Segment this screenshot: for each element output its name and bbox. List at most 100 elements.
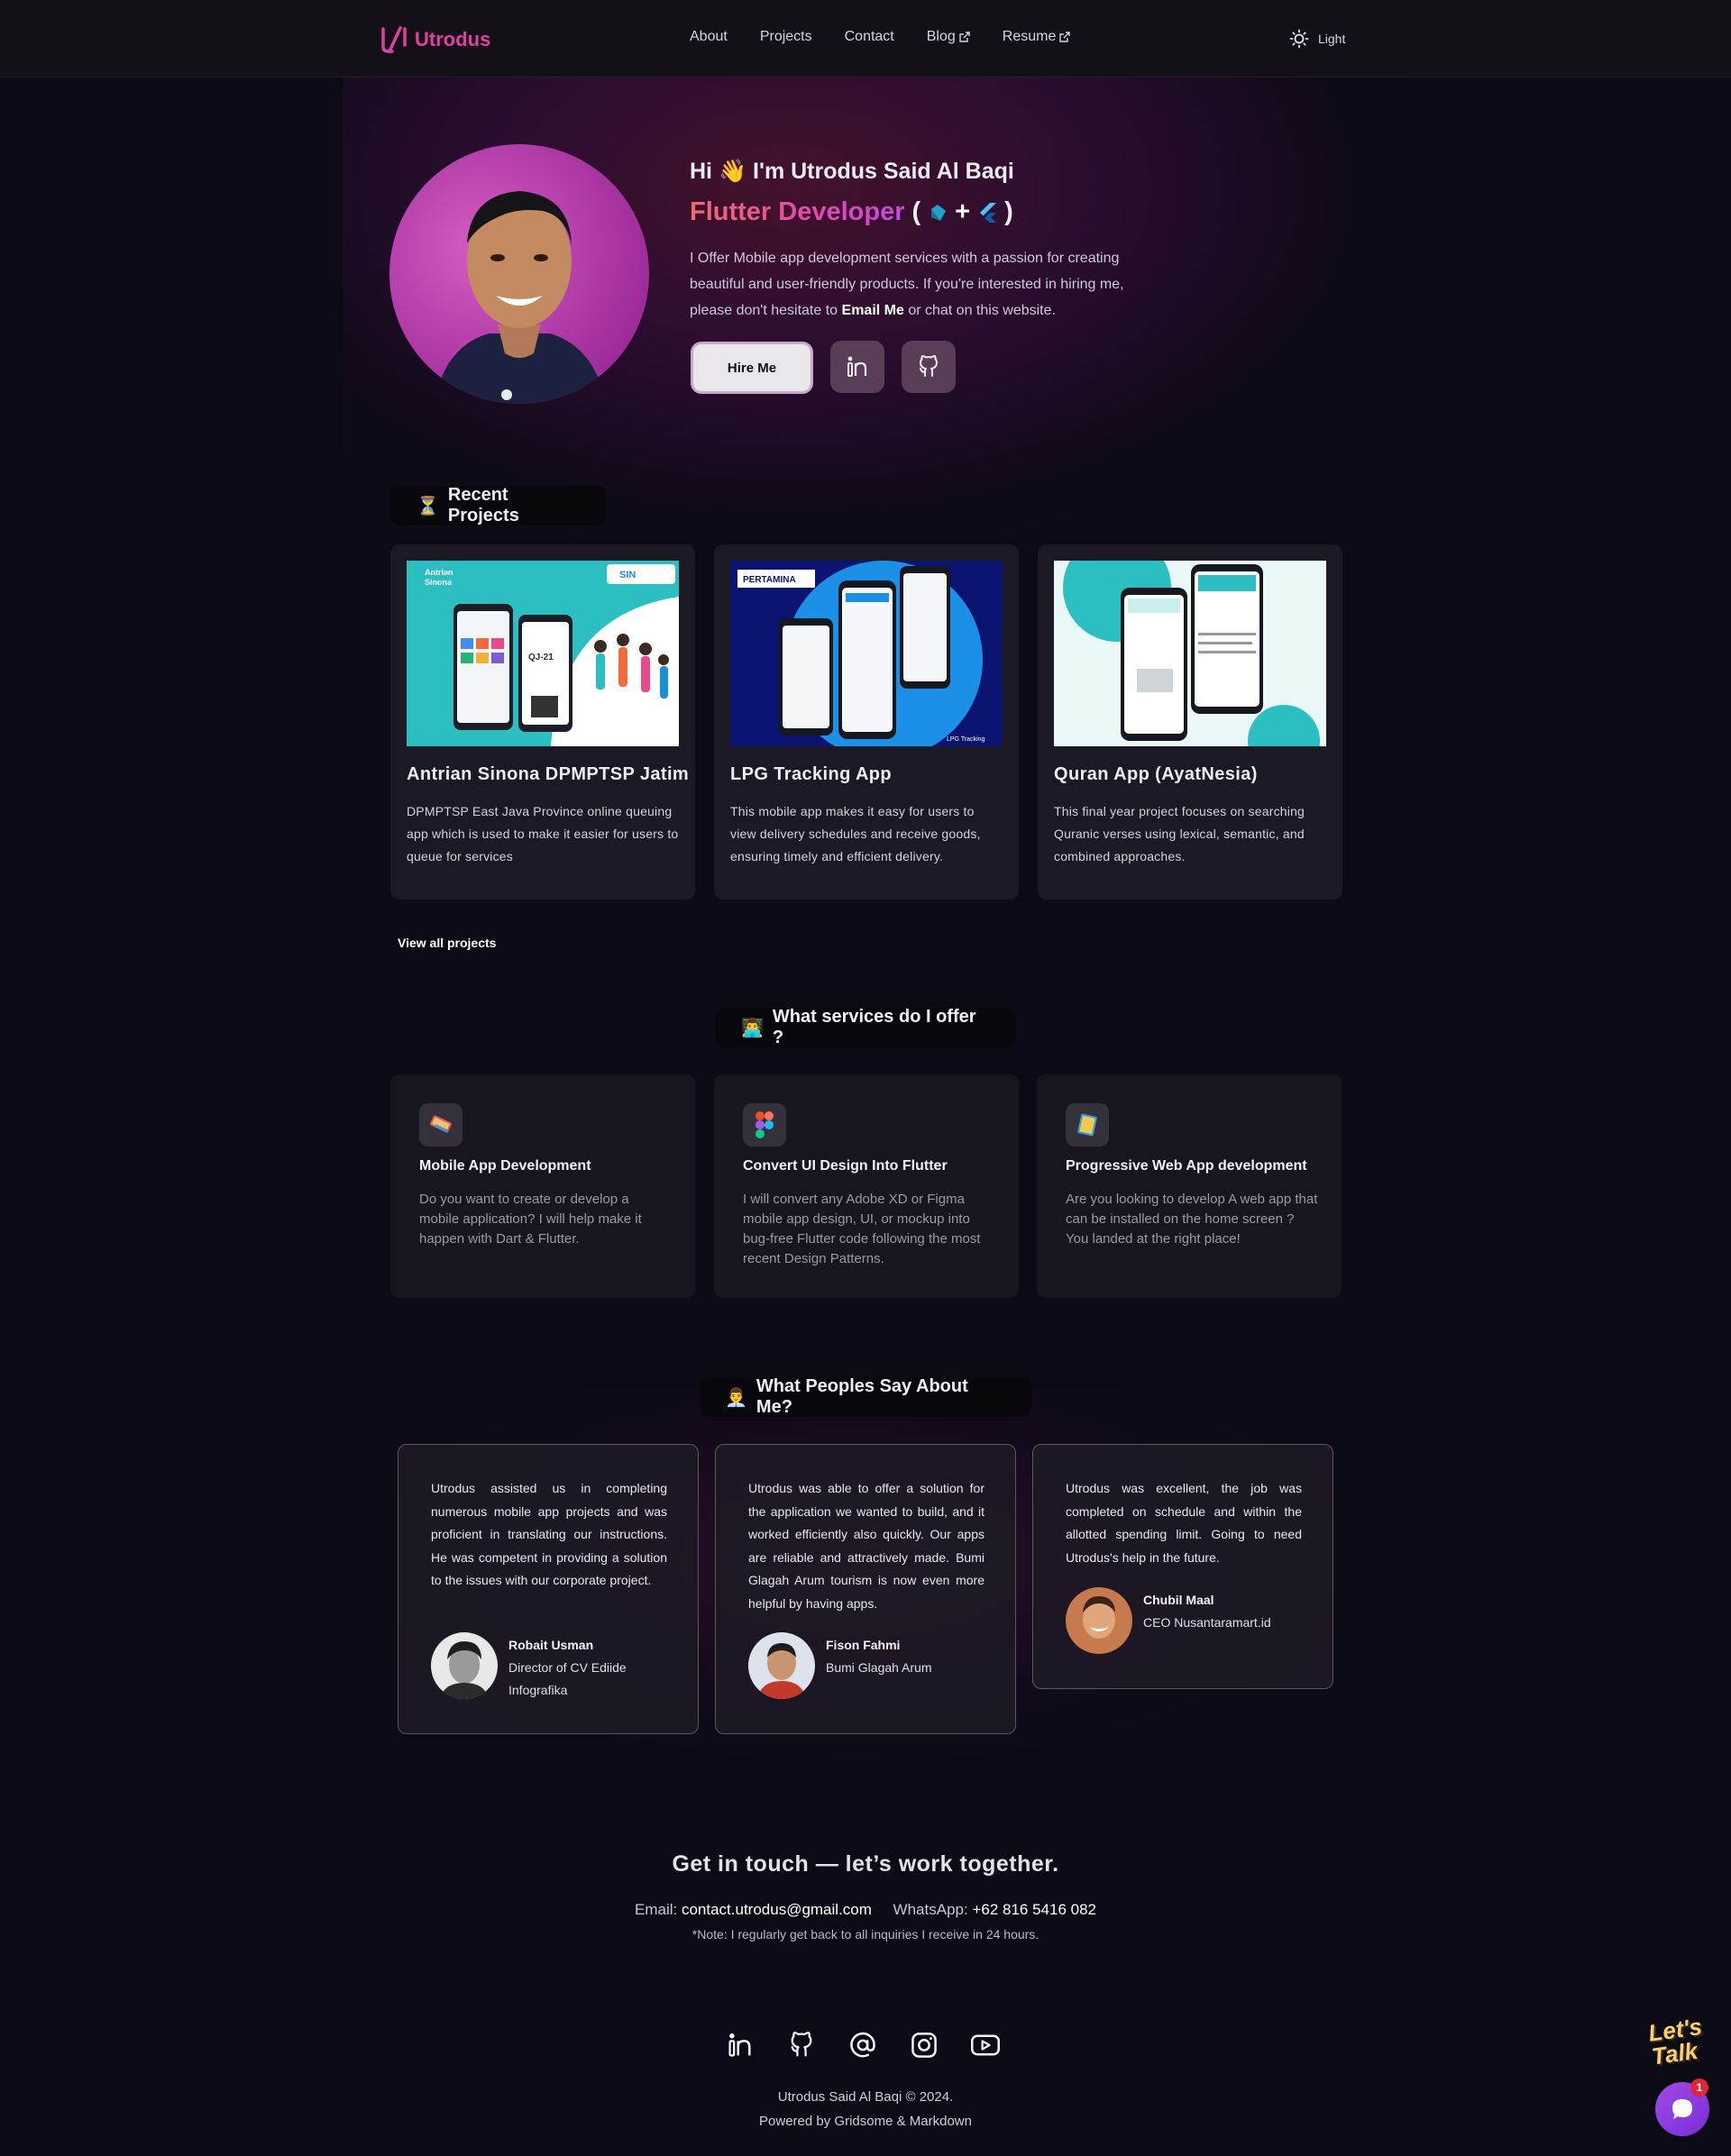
testimonial-quote: Utrodus was excellent, the job was compl…: [1066, 1481, 1302, 1565]
avatar: [1066, 1587, 1132, 1654]
project-card[interactable]: Quran App (AyatNesia) This final year pr…: [1038, 544, 1342, 900]
section-title: Recent Projects: [447, 485, 519, 525]
hero-greeting: Hi 👋 I'm Utrodus Said Al Baqi: [690, 159, 1014, 185]
logo-icon: [381, 26, 407, 53]
section-title: What Peoples Say About Me?: [756, 1376, 968, 1417]
project-card[interactable]: QJ-21 Antrian Sinona SIN Antrian Sinona …: [390, 544, 695, 900]
testimonial-quote: Utrodus was able to offer a solution for…: [748, 1481, 985, 1611]
service-description: Do you want to create or develop a mobil…: [419, 1192, 642, 1247]
quran-app-mockup: [1054, 561, 1326, 746]
image-label: PERTAMINA: [743, 575, 796, 585]
author-name: Fison Fahmi: [826, 1638, 901, 1652]
antrian-sinona-mockup: QJ-21 Antrian Sinona SIN: [407, 561, 679, 746]
service-card: Convert UI Design Into Flutter I will co…: [714, 1074, 1019, 1298]
whatsapp-link[interactable]: +62 816 5416 082: [972, 1901, 1096, 1918]
flutter-icon: [980, 202, 997, 223]
project-title: LPG Tracking App: [730, 764, 893, 784]
testimonial-author: Robait Usman Director of CV Ediide Infog…: [431, 1632, 644, 1702]
theme-label: Light: [1318, 32, 1346, 46]
external-link-icon: [959, 32, 970, 42]
nav-link-blog[interactable]: Blog: [927, 29, 970, 45]
lets-talk-badge[interactable]: Let's Talk: [1646, 2013, 1717, 2070]
role-title: Flutter Developer: [690, 197, 905, 226]
linkedin-icon: [847, 356, 867, 377]
linkedin-button[interactable]: [830, 341, 884, 393]
project-title: Antrian Sinona DPMPTSP Jatim: [407, 764, 690, 784]
email-link[interactable]: contact.utrodus@gmail.com: [682, 1901, 872, 1918]
author-role: CEO Nusantaramart.id: [1143, 1615, 1271, 1630]
whatsapp-label: WhatsApp:: [893, 1901, 968, 1918]
profile-photo: [389, 144, 649, 404]
nav-link-resume[interactable]: Resume: [1003, 29, 1071, 45]
office-worker-icon: 👨‍💼: [725, 1387, 747, 1408]
figma-icon: [743, 1103, 786, 1147]
service-card: Mobile App Development Do you want to cr…: [390, 1074, 695, 1298]
services-heading: 👨‍💻 What services do I offer ?: [716, 1007, 1015, 1047]
testimonial-card: Utrodus assisted us in completing numero…: [398, 1444, 699, 1734]
email-me-link[interactable]: Email Me: [842, 303, 904, 318]
contact-info: Email: contact.utrodus@gmail.com WhatsAp…: [0, 1901, 1731, 1919]
lpg-tracking-mockup: PERTAMINA LPG Tracking: [730, 561, 1003, 746]
nav-link-projects[interactable]: Projects: [760, 29, 812, 45]
testimonial-card: Utrodus was excellent, the job was compl…: [1032, 1444, 1333, 1689]
footer-instagram-link[interactable]: [909, 2030, 939, 2060]
paren-open: (: [911, 197, 921, 226]
hero-description: I Offer Mobile app development services …: [690, 245, 1159, 324]
nav-link-label: About: [690, 29, 728, 44]
recent-projects-heading: ⏳ Recent Projects: [391, 485, 606, 525]
github-icon: [920, 355, 938, 377]
greeting-name: I'm Utrodus Said Al Baqi: [753, 159, 1014, 184]
nav-link-label: Contact: [844, 29, 894, 44]
chat-bubble-icon: [1672, 2099, 1692, 2119]
instagram-icon: [911, 2033, 937, 2058]
hero-role: Flutter Developer ( + ): [690, 197, 1013, 227]
author-role: Bumi Glagah Arum: [826, 1660, 932, 1675]
paren-close: ): [1004, 197, 1013, 226]
powered-by: Powered by Gridsome & Markdown: [759, 2114, 972, 2129]
footer-github-link[interactable]: [786, 2030, 817, 2060]
view-all-projects-link[interactable]: View all projects: [398, 936, 496, 950]
project-image: PERTAMINA LPG Tracking: [730, 561, 1003, 746]
service-card: Progressive Web App development Are you …: [1037, 1074, 1342, 1298]
greeting-prefix: Hi: [690, 159, 712, 184]
avatar: [748, 1632, 815, 1699]
service-description: Are you looking to develop A web app tha…: [1066, 1192, 1318, 1247]
nav-link-label: Blog: [926, 29, 956, 44]
brand-name: Utrodus: [415, 28, 491, 50]
waving-hand-icon: 👋: [718, 159, 747, 184]
theme-toggle[interactable]: Light: [1289, 29, 1345, 49]
project-description: DPMPTSP East Java Province online queuin…: [407, 804, 679, 863]
nav-link-about[interactable]: About: [690, 29, 728, 45]
testimonials-heading: 👨‍💼 What Peoples Say About Me?: [700, 1376, 1031, 1417]
hourglass-icon: ⏳: [417, 496, 439, 516]
testimonial-author: Fison Fahmi Bumi Glagah Arum: [748, 1632, 961, 1699]
github-button[interactable]: [902, 341, 956, 393]
footer-email-link[interactable]: [847, 2030, 878, 2060]
contact-note: *Note: I regularly get back to all inqui…: [691, 1927, 1040, 1941]
nav-link-contact[interactable]: Contact: [845, 29, 894, 45]
footer-youtube-link[interactable]: [970, 2030, 1001, 2060]
desc-part: or chat on this website.: [903, 303, 1056, 318]
top-navbar: Utrodus About Projects Contact Blog Resu…: [0, 0, 1731, 78]
nav-link-label: Resume: [1002, 29, 1057, 44]
external-link-icon: [1059, 32, 1071, 42]
testimonial-author: Chubil Maal CEO Nusantaramart.id: [1066, 1587, 1278, 1654]
github-icon: [791, 2032, 812, 2057]
project-image: QJ-21 Antrian Sinona SIN: [407, 561, 679, 746]
testimonial-quote: Utrodus assisted us in completing numero…: [431, 1481, 667, 1588]
service-title: Convert UI Design Into Flutter: [743, 1158, 948, 1174]
project-card[interactable]: PERTAMINA LPG Tracking LPG Tracking App …: [714, 544, 1019, 900]
nav-links: About Projects Contact Blog Resume: [690, 29, 1071, 45]
footer-linkedin-link[interactable]: [725, 2030, 756, 2060]
brand-logo[interactable]: Utrodus: [380, 25, 490, 54]
technologist-icon: 👨‍💻: [741, 1018, 764, 1038]
project-description: This final year project focuses on searc…: [1054, 804, 1305, 863]
chat-unread-badge: 1: [1690, 2078, 1708, 2097]
author-name: Robait Usman: [508, 1638, 594, 1652]
contact-heading: Get in touch — let’s work together.: [672, 1851, 1059, 1877]
nav-link-label: Projects: [759, 29, 812, 44]
queue-number-text: QJ-21: [528, 653, 554, 662]
dart-icon: [931, 204, 947, 221]
image-label: LPG Tracking: [947, 736, 985, 743]
hire-me-button[interactable]: Hire Me: [691, 342, 813, 394]
